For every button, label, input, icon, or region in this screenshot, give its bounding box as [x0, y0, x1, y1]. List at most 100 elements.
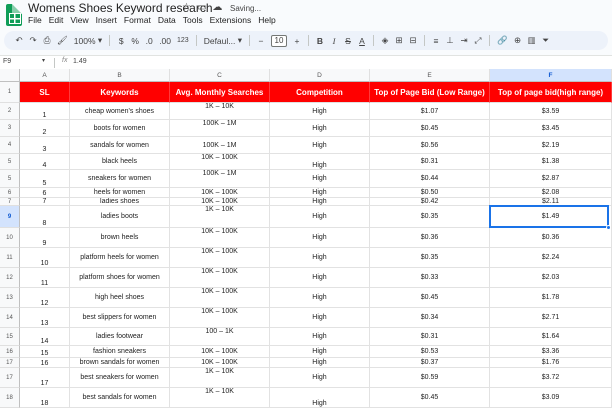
- folder-icon[interactable]: ▭: [197, 2, 206, 13]
- fill-color-icon[interactable]: ◈: [378, 31, 392, 50]
- table-cell[interactable]: $2.19: [490, 137, 612, 154]
- table-cell[interactable]: best slippers for women: [70, 308, 170, 328]
- row-header[interactable]: 7: [0, 198, 20, 206]
- font-select[interactable]: Defaul... ▾: [201, 31, 245, 50]
- row-header[interactable]: 17: [0, 368, 20, 388]
- table-cell[interactable]: 10K – 100K: [170, 198, 270, 206]
- borders-icon[interactable]: ⊞: [392, 31, 406, 50]
- table-cell[interactable]: $3.72: [490, 368, 612, 388]
- table-cell[interactable]: 13: [20, 308, 70, 328]
- row-header[interactable]: 17: [0, 358, 20, 368]
- increase-decimal-button[interactable]: .00: [156, 31, 174, 50]
- insert-chart-icon[interactable]: ▥: [525, 31, 539, 50]
- table-cell[interactable]: 11: [20, 268, 70, 288]
- table-cell[interactable]: 10K – 100K: [170, 228, 270, 248]
- table-cell[interactable]: High: [270, 268, 370, 288]
- zoom-select[interactable]: 100% ▾: [71, 31, 105, 50]
- header-cell[interactable]: Competition: [270, 82, 370, 103]
- vertical-align-icon[interactable]: ⊥: [443, 31, 457, 50]
- row-header[interactable]: 16: [0, 346, 20, 358]
- table-cell[interactable]: $1.76: [490, 358, 612, 368]
- merge-cells-icon[interactable]: ⊟: [406, 31, 420, 50]
- table-cell[interactable]: $3.09: [490, 388, 612, 408]
- table-cell[interactable]: 10K – 100K: [170, 188, 270, 198]
- table-cell[interactable]: ladies shoes: [70, 198, 170, 206]
- fill-handle[interactable]: [606, 225, 611, 230]
- row-header[interactable]: 15: [0, 328, 20, 346]
- table-cell[interactable]: High: [270, 103, 370, 120]
- table-cell[interactable]: $0.36: [490, 228, 612, 248]
- table-cell[interactable]: $0.45: [370, 388, 490, 408]
- row-header[interactable]: 1: [0, 82, 20, 103]
- table-cell[interactable]: sneakers for women: [70, 170, 170, 188]
- table-cell[interactable]: 9: [20, 228, 70, 248]
- menu-item-help[interactable]: Help: [258, 15, 275, 25]
- font-size-increase-button[interactable]: +: [290, 31, 304, 50]
- table-cell[interactable]: 15: [20, 346, 70, 358]
- table-cell[interactable]: 100K – 1M: [170, 170, 270, 188]
- header-cell[interactable]: Keywords: [70, 82, 170, 103]
- horizontal-align-icon[interactable]: ≡: [429, 31, 443, 50]
- table-cell[interactable]: $2.03: [490, 268, 612, 288]
- table-cell[interactable]: $0.34: [370, 308, 490, 328]
- table-cell[interactable]: High: [270, 346, 370, 358]
- header-cell[interactable]: Top of Page Bid (Low Range): [370, 82, 490, 103]
- table-cell[interactable]: $0.35: [370, 248, 490, 268]
- table-cell[interactable]: High: [270, 120, 370, 137]
- table-cell[interactable]: boots for women: [70, 120, 170, 137]
- percent-button[interactable]: %: [128, 31, 142, 50]
- text-rotation-icon[interactable]: ⤢: [471, 31, 485, 50]
- row-header[interactable]: 11: [0, 248, 20, 268]
- table-cell[interactable]: $3.59: [490, 103, 612, 120]
- table-cell[interactable]: $0.31: [370, 328, 490, 346]
- strikethrough-icon[interactable]: S: [341, 31, 355, 50]
- table-cell[interactable]: cheap women's shoes: [70, 103, 170, 120]
- table-cell[interactable]: High: [270, 228, 370, 248]
- table-cell[interactable]: 6: [20, 188, 70, 198]
- currency-button[interactable]: $: [114, 31, 128, 50]
- table-cell[interactable]: $1.49: [490, 206, 612, 228]
- table-cell[interactable]: 10: [20, 248, 70, 268]
- column-header-b[interactable]: B: [70, 69, 170, 82]
- formula-input[interactable]: 1.49: [73, 58, 87, 65]
- undo-icon[interactable]: ↶: [12, 31, 26, 50]
- table-cell[interactable]: 1K – 10K: [170, 206, 270, 228]
- table-cell[interactable]: 10K – 100K: [170, 358, 270, 368]
- header-cell[interactable]: Top of page bid(high range): [490, 82, 612, 103]
- row-header[interactable]: 6: [0, 188, 20, 198]
- table-cell[interactable]: 1K – 10K: [170, 368, 270, 388]
- row-header[interactable]: 18: [0, 388, 20, 408]
- table-cell[interactable]: best sneakers for women: [70, 368, 170, 388]
- table-cell[interactable]: 1K – 10K: [170, 388, 270, 408]
- table-cell[interactable]: $2.71: [490, 308, 612, 328]
- table-cell[interactable]: High: [270, 358, 370, 368]
- table-cell[interactable]: $0.42: [370, 198, 490, 206]
- table-cell[interactable]: $2.24: [490, 248, 612, 268]
- table-cell[interactable]: $0.53: [370, 346, 490, 358]
- table-cell[interactable]: High: [270, 188, 370, 198]
- table-cell[interactable]: $3.36: [490, 346, 612, 358]
- header-cell[interactable]: Avg. Monthly Searches: [170, 82, 270, 103]
- column-header-c[interactable]: C: [170, 69, 270, 82]
- table-cell[interactable]: $0.45: [370, 120, 490, 137]
- table-cell[interactable]: 100K – 1M: [170, 137, 270, 154]
- redo-icon[interactable]: ↷: [26, 31, 40, 50]
- row-header[interactable]: 12: [0, 268, 20, 288]
- table-cell[interactable]: $0.31: [370, 154, 490, 170]
- table-cell[interactable]: 10K – 100K: [170, 308, 270, 328]
- table-cell[interactable]: 10K – 100K: [170, 346, 270, 358]
- table-cell[interactable]: ladies footwear: [70, 328, 170, 346]
- table-cell[interactable]: High: [270, 206, 370, 228]
- table-cell[interactable]: ladies boots: [70, 206, 170, 228]
- menu-item-tools[interactable]: Tools: [183, 15, 203, 25]
- column-header-d[interactable]: D: [270, 69, 370, 82]
- table-cell[interactable]: $1.64: [490, 328, 612, 346]
- table-cell[interactable]: High: [270, 368, 370, 388]
- row-header[interactable]: 9: [0, 206, 20, 228]
- select-all-corner[interactable]: [0, 69, 20, 82]
- menu-item-edit[interactable]: Edit: [49, 15, 64, 25]
- sheets-logo-icon[interactable]: [6, 4, 22, 26]
- table-cell[interactable]: black heels: [70, 154, 170, 170]
- row-header[interactable]: 10: [0, 228, 20, 248]
- table-cell[interactable]: $2.87: [490, 170, 612, 188]
